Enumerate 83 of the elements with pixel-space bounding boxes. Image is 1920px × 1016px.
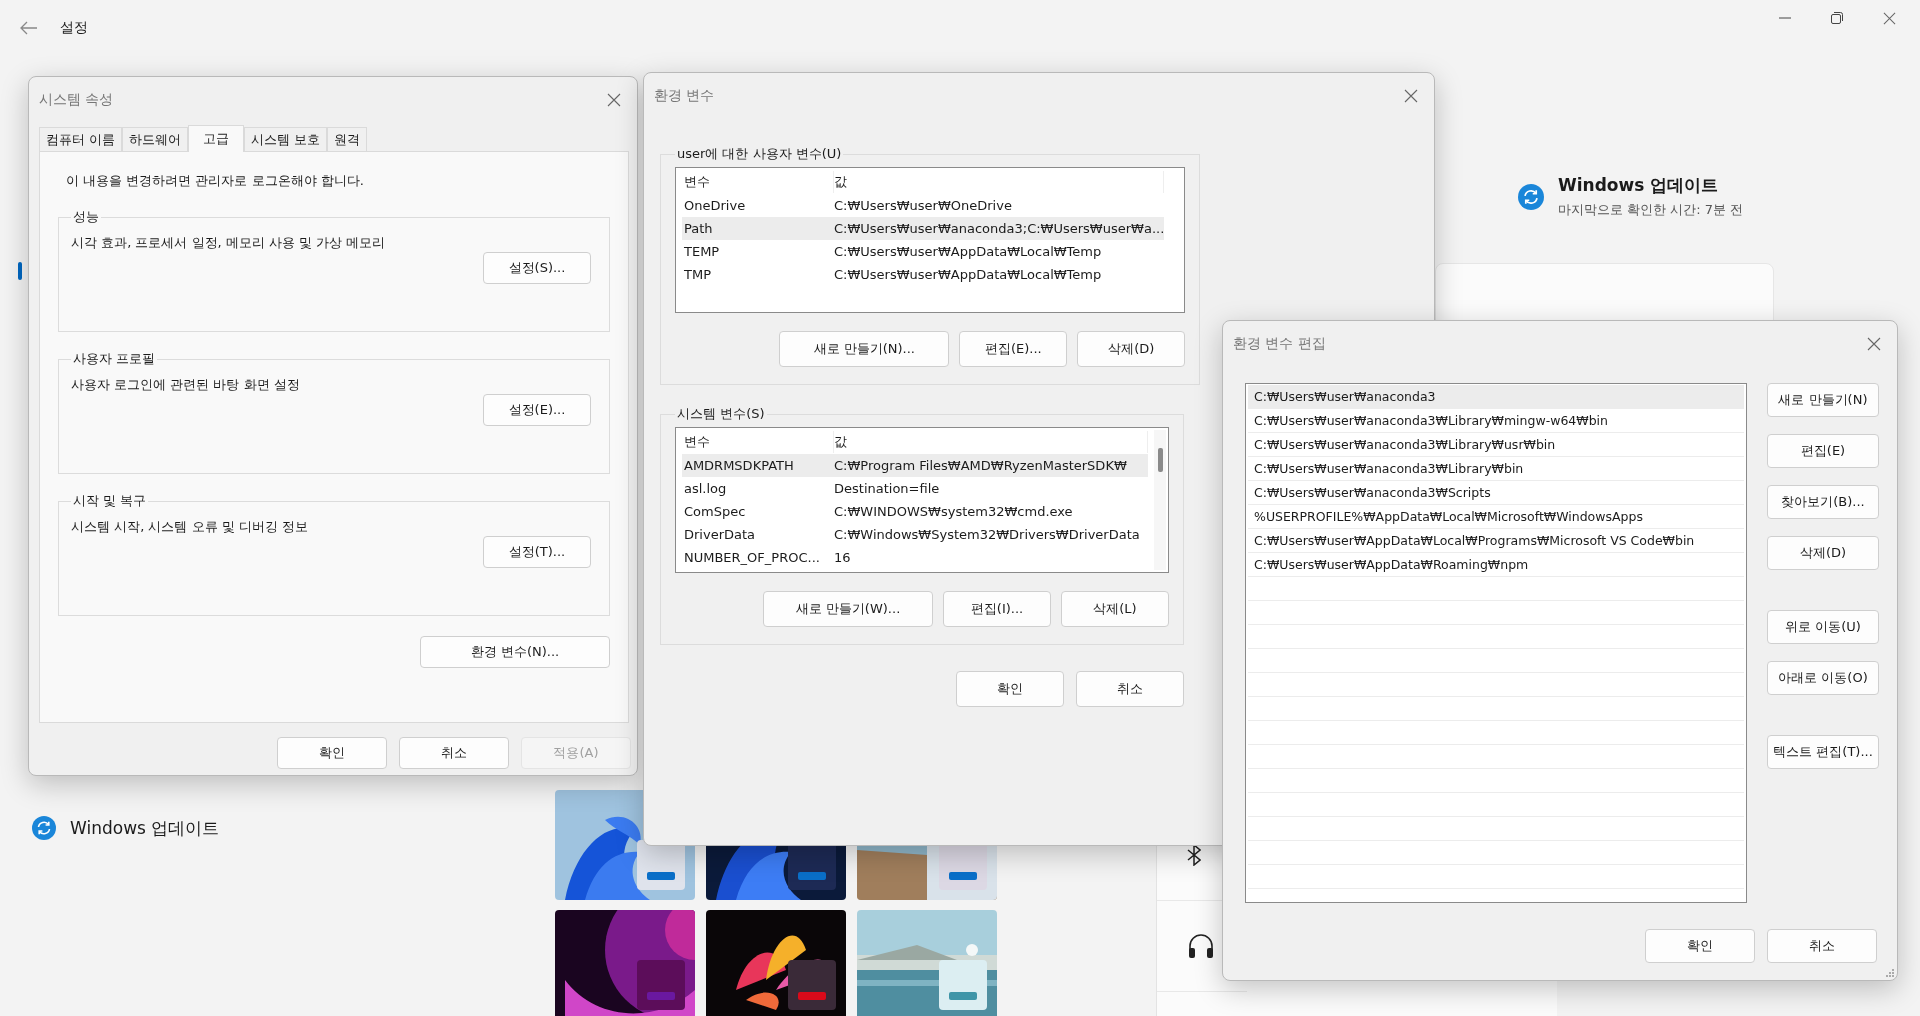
dialog-button[interactable]: 삭제(L) — [1061, 591, 1169, 627]
dialog-button[interactable]: 취소 — [1076, 671, 1184, 707]
dialog-button[interactable]: 위로 이동(U) — [1767, 610, 1879, 644]
bluetooth-icon — [1187, 844, 1201, 866]
window-title: 환경 변수 편집 — [1233, 335, 1326, 353]
tab[interactable]: 원격 — [327, 127, 368, 151]
dialog-button[interactable]: 텍스트 편집(T)... — [1767, 735, 1879, 769]
settings-button[interactable]: 설정(E)... — [483, 394, 591, 426]
environment-variables-button[interactable]: 환경 변수(N)... — [420, 636, 610, 668]
settings-button[interactable]: 설정(S)... — [483, 252, 591, 284]
dialog-button[interactable]: 새로 만들기(N) — [1767, 383, 1879, 417]
nav-item[interactable]: Windows 업데이트 — [18, 810, 540, 846]
dialog-button[interactable]: 확인 — [956, 671, 1064, 707]
variable-value: C:₩Windows₩System32₩Drivers₩DriverData — [834, 527, 1141, 542]
sync-icon — [32, 816, 56, 840]
column-header: 변수 — [684, 431, 834, 453]
group-label: user에 대한 사용자 변수(U) — [676, 145, 843, 163]
variable-name: ComSpec — [684, 504, 747, 519]
notice-text: 이 내용을 변경하려면 관리자로 로그온해야 합니다. — [65, 172, 365, 190]
dialog-button[interactable]: 취소 — [1767, 929, 1877, 963]
dialog-button[interactable]: 삭제(D) — [1077, 331, 1186, 367]
close-icon — [1867, 337, 1881, 351]
variable-name: NUMBER_OF_PROC... — [684, 550, 821, 565]
tab[interactable]: 하드웨어 — [122, 127, 189, 151]
dialog-button[interactable]: 새로 만들기(W)... — [763, 591, 933, 627]
variable-name: TEMP — [684, 244, 721, 259]
tab[interactable]: 고급 — [188, 125, 245, 152]
resize-grip-icon[interactable] — [1884, 967, 1894, 977]
variable-value: Destination=file — [834, 481, 941, 496]
variable-name: DriverData — [684, 527, 757, 542]
dialog-button[interactable]: 편집(I)... — [943, 591, 1051, 627]
selection-indicator — [18, 262, 22, 280]
close-icon — [1404, 89, 1418, 103]
variable-value: C:₩Users₩user₩OneDrive — [834, 198, 1013, 213]
dialog-button[interactable]: 삭제(D) — [1767, 536, 1879, 570]
variable-value: C:₩Users₩user₩AppData₩Local₩Temp — [834, 267, 1103, 282]
dialog-button[interactable]: 확인 — [1645, 929, 1755, 963]
group-description: 사용자 로그인에 관련된 바탕 화면 설정 — [71, 376, 301, 394]
dialog-button[interactable]: 편집(E) — [1767, 434, 1879, 468]
dialog-button[interactable]: 편집(E)... — [959, 331, 1068, 367]
list-row[interactable]: AMDRMSDKPATH C:₩Program Files₩AMD₩RyzenMasterSDK₩ — [682, 454, 1148, 477]
scrollbar-thumb[interactable] — [1158, 448, 1163, 472]
variable-name: TMP — [684, 267, 712, 282]
variable-name: OneDrive — [684, 198, 747, 213]
group-description: 시스템 시작, 시스템 오류 및 디버깅 정보 — [71, 518, 309, 536]
variable-name: AMDRMSDKPATH — [684, 458, 795, 473]
update-title: Windows 업데이트 — [1558, 174, 1720, 197]
scrollbar-track[interactable] — [1154, 430, 1166, 570]
variable-value: C:₩Users₩user₩anaconda3;C:₩Users₩user₩a... — [834, 221, 1165, 236]
window-title: 시스템 속성 — [39, 91, 114, 109]
group-label: 시작 및 복구 — [72, 492, 148, 510]
group-label: 사용자 프로필 — [72, 350, 157, 368]
variable-value: C:₩Program Files₩AMD₩RyzenMasterSDK₩ — [834, 458, 1128, 473]
dialog-button[interactable]: 새로 만들기(N)... — [779, 331, 950, 367]
variable-value: C:₩WINDOWS₩system32₩cmd.exe — [834, 504, 1074, 519]
dialog-button[interactable]: 취소 — [399, 737, 509, 769]
column-header: 변수 — [684, 171, 834, 193]
close-icon — [1883, 12, 1896, 25]
headphones-icon — [1187, 933, 1215, 959]
update-status: 마지막으로 확인한 시간: 7분 전 — [1558, 201, 1744, 219]
settings-button[interactable]: 설정(T)... — [483, 536, 591, 568]
tab[interactable]: 컴퓨터 이름 — [39, 127, 123, 151]
window-title: 환경 변수 — [654, 87, 715, 105]
dialog-button[interactable]: 아래로 이동(O) — [1767, 661, 1879, 695]
tab[interactable]: 시스템 보호 — [244, 127, 328, 151]
dialog-button[interactable]: 찾아보기(B)... — [1767, 485, 1879, 519]
path-entry[interactable]: C:₩Users₩user₩anaconda3 — [1248, 385, 1744, 409]
app-title: 설정 — [60, 19, 88, 37]
back-arrow-icon[interactable] — [20, 21, 38, 35]
variable-value: 16 — [834, 550, 852, 565]
variable-name: Path — [684, 221, 714, 236]
restore-icon[interactable] — [1831, 12, 1843, 24]
variable-value: C:₩Users₩user₩AppData₩Local₩Temp — [834, 244, 1103, 259]
group-label: 성능 — [72, 208, 100, 226]
column-header: 값 — [834, 431, 1148, 453]
list-row[interactable]: Path C:₩Users₩user₩anaconda3;C:₩Users₩user₩a... — [682, 217, 1165, 240]
dialog-button[interactable]: 확인 — [277, 737, 387, 769]
group-label: 시스템 변수(S) — [676, 405, 766, 423]
sync-icon — [1518, 183, 1544, 210]
close-icon — [607, 93, 621, 107]
group-description: 시각 효과, 프로세서 일정, 메모리 사용 및 가상 메모리 — [71, 234, 387, 252]
column-header: 값 — [834, 171, 1165, 193]
variable-name: asl.log — [684, 481, 728, 496]
